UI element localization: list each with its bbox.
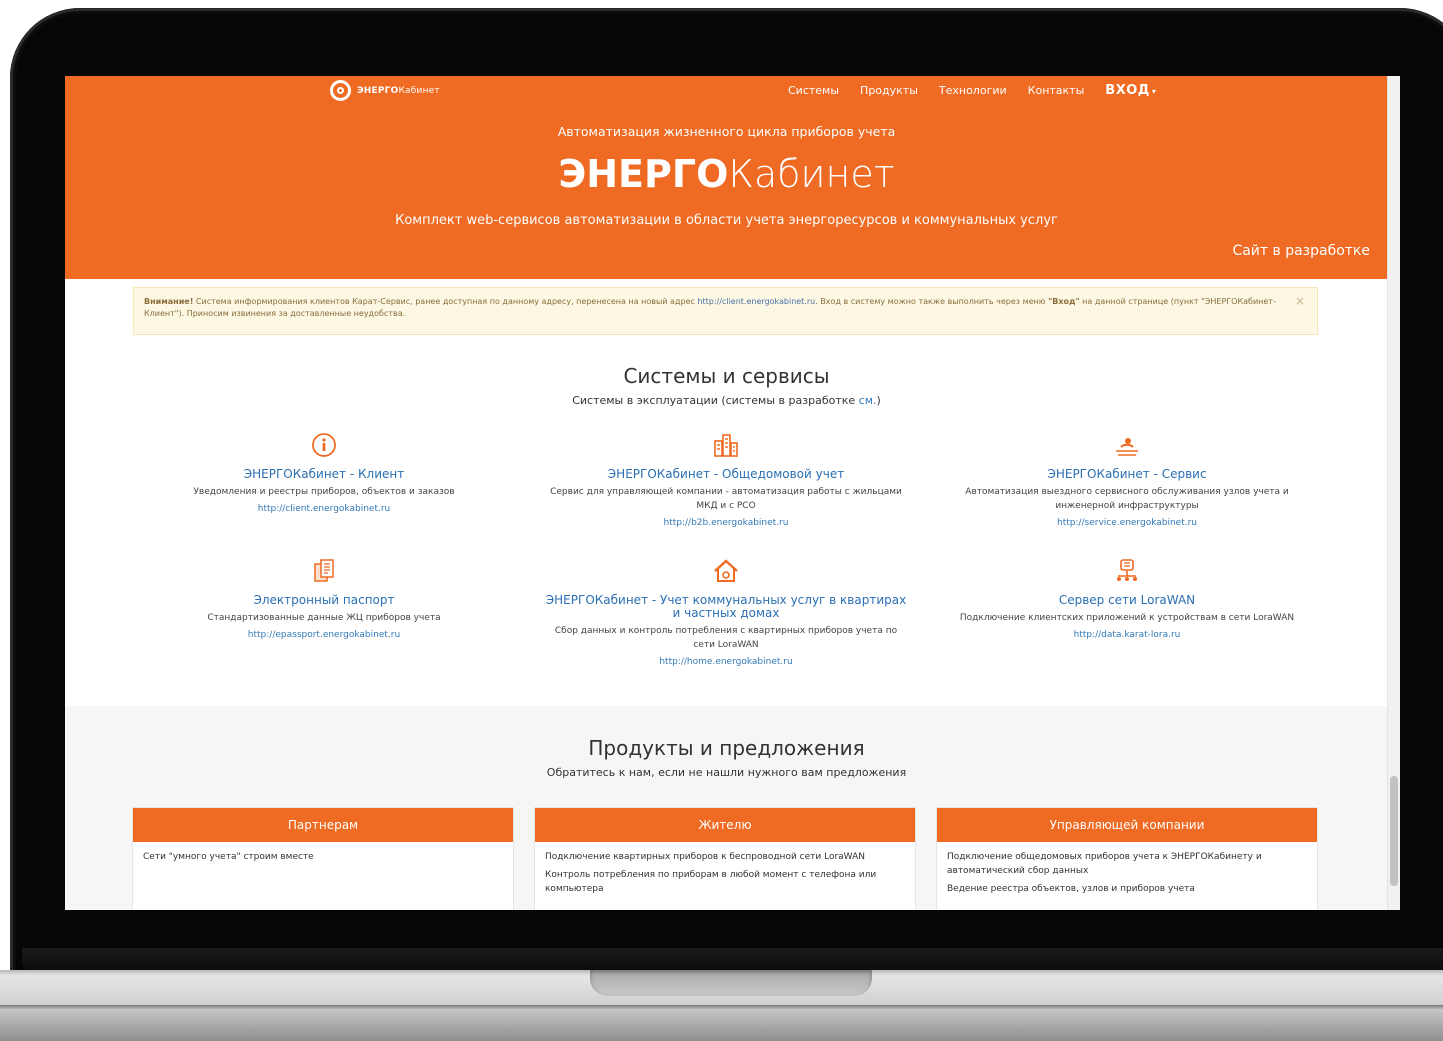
card-title[interactable]: ЭНЕРГОКабинет - Общедомовой учет: [543, 468, 909, 481]
list-item: Подключение общедомовых приборов учета к…: [947, 852, 1262, 876]
documents-icon: [314, 559, 334, 582]
buildings-icon: [714, 434, 738, 457]
worker-icon: [1116, 438, 1138, 456]
card-title[interactable]: ЭНЕРГОКабинет - Сервис: [937, 468, 1317, 481]
site-logo[interactable]: ЭНЕРГОКабинет: [330, 80, 440, 101]
card-link[interactable]: http://client.energokabinet.ru: [190, 504, 458, 514]
list-item: Сети "умного учета" строим вместе: [143, 852, 314, 862]
nav-technologies[interactable]: Технологии: [939, 84, 1007, 97]
card-link[interactable]: http://data.karat-lora.ru: [937, 630, 1317, 640]
systems-subtitle: Системы в эксплуатации (системы в разраб…: [572, 394, 881, 407]
systems-title: Системы и сервисы: [623, 364, 830, 388]
alert-menu-label: "Вход": [1048, 297, 1080, 306]
web-page: ЭНЕРГОКабинет Системы Продукты Технологи…: [65, 76, 1388, 910]
login-label: ВХОД: [1105, 83, 1150, 98]
systems-more-link[interactable]: см.: [859, 394, 877, 407]
card-title[interactable]: Сервер сети LoraWAN: [937, 594, 1317, 607]
panel-header: Жителю: [535, 808, 915, 842]
card-desc: Сбор данных и контроль потребления с ква…: [554, 626, 898, 650]
login-dropdown[interactable]: ВХОД ▾: [1105, 83, 1156, 98]
card-desc: Подключение клиентских приложений к устр…: [959, 613, 1295, 623]
panel-body: Подключение квартирных приборов к беспро…: [535, 842, 915, 908]
laptop-notch: [590, 970, 872, 996]
laptop-bezel-edge: [22, 948, 1443, 972]
nav-products[interactable]: Продукты: [860, 84, 918, 97]
panel-body: Подключение общедомовых приборов учета к…: [937, 842, 1317, 908]
card-desc: Автоматизация выездного сервисного обслу…: [965, 487, 1289, 511]
system-card-client: ЭНЕРГОКабинет - Клиент Уведомления и рее…: [190, 432, 458, 514]
alert-strong: Внимание!: [144, 297, 194, 306]
logo-icon: [330, 80, 351, 101]
system-card-lorawan: Сервер сети LoraWAN Подключение клиентск…: [937, 558, 1317, 640]
logo-text: ЭНЕРГОКабинет: [357, 85, 440, 96]
card-link[interactable]: http://service.energokabinet.ru: [937, 518, 1317, 528]
network-icon: [1117, 559, 1137, 581]
alert-text-2: . Вход в систему можно также выполнить ч…: [815, 297, 1049, 306]
scrollbar[interactable]: [1387, 76, 1400, 910]
card-link[interactable]: http://epassport.energokabinet.ru: [190, 630, 458, 640]
screen: ЭНЕРГОКабинет Системы Продукты Технологи…: [65, 76, 1400, 910]
brand-title: ЭНЕРГОКабинет: [558, 152, 895, 196]
list-item: Ведение реестра объектов, узлов и прибор…: [947, 884, 1195, 894]
panel-header: Партнерам: [133, 808, 513, 842]
card-title[interactable]: Электронный паспорт: [190, 594, 458, 607]
list-item: Подключение квартирных приборов к беспро…: [545, 852, 865, 862]
warning-alert: Внимание! Система информирования клиенто…: [133, 287, 1318, 335]
hero-subtitle: Комплект web-сервисов автоматизации в об…: [395, 213, 1058, 228]
alert-link[interactable]: http://client.energokabinet.ru: [697, 297, 815, 306]
card-desc: Уведомления и реестры приборов, объектов…: [193, 487, 455, 497]
house-icon: [714, 559, 738, 582]
products-subtitle: Обратитесь к нам, если не нашли нужного …: [546, 766, 907, 779]
nav-contacts[interactable]: Контакты: [1028, 84, 1085, 97]
close-icon[interactable]: ×: [1295, 295, 1305, 307]
card-link[interactable]: http://home.energokabinet.ru: [543, 657, 909, 667]
tagline: Автоматизация жизненного цикла приборов …: [557, 124, 896, 139]
system-card-epassport: Электронный паспорт Стандартизованные да…: [190, 558, 458, 640]
card-desc: Сервис для управляющей компании - автома…: [550, 487, 902, 511]
list-item: Контроль потребления по приборам в любой…: [545, 870, 877, 894]
card-desc: Стандартизованные данные ЖЦ приборов уче…: [207, 613, 441, 623]
scrollbar-thumb[interactable]: [1390, 776, 1398, 886]
products-title: Продукты и предложения: [588, 736, 865, 760]
nav-systems[interactable]: Системы: [788, 84, 839, 97]
panel-management: Управляющей компании Подключение общедом…: [936, 807, 1318, 910]
system-card-b2b: ЭНЕРГОКабинет - Общедомовой учет Сервис …: [543, 432, 909, 528]
laptop-base-line: [0, 1005, 1443, 1009]
main-nav: Системы Продукты Технологии Контакты ВХО…: [788, 83, 1156, 98]
alert-text-1: Система информирования клиентов Карат-Се…: [193, 297, 698, 306]
card-title[interactable]: ЭНЕРГОКабинет - Учет коммунальных услуг …: [543, 594, 909, 620]
card-title[interactable]: ЭНЕРГОКабинет - Клиент: [190, 468, 458, 481]
panel-partners: Партнерам Сети "умного учета" строим вме…: [132, 807, 514, 910]
card-link[interactable]: http://b2b.energokabinet.ru: [543, 518, 909, 528]
panel-header: Управляющей компании: [937, 808, 1317, 842]
info-icon: [312, 433, 336, 457]
hero-header: ЭНЕРГОКабинет Системы Продукты Технологи…: [65, 76, 1388, 279]
system-card-service: ЭНЕРГОКабинет - Сервис Автоматизация вые…: [937, 432, 1317, 528]
dev-note: Сайт в разработке: [1232, 243, 1370, 259]
panel-residents: Жителю Подключение квартирных приборов к…: [534, 807, 916, 910]
caret-down-icon: ▾: [1151, 87, 1157, 96]
panel-body: Сети "умного учета" строим вместе: [133, 842, 513, 876]
system-card-home: ЭНЕРГОКабинет - Учет коммунальных услуг …: [543, 558, 909, 667]
